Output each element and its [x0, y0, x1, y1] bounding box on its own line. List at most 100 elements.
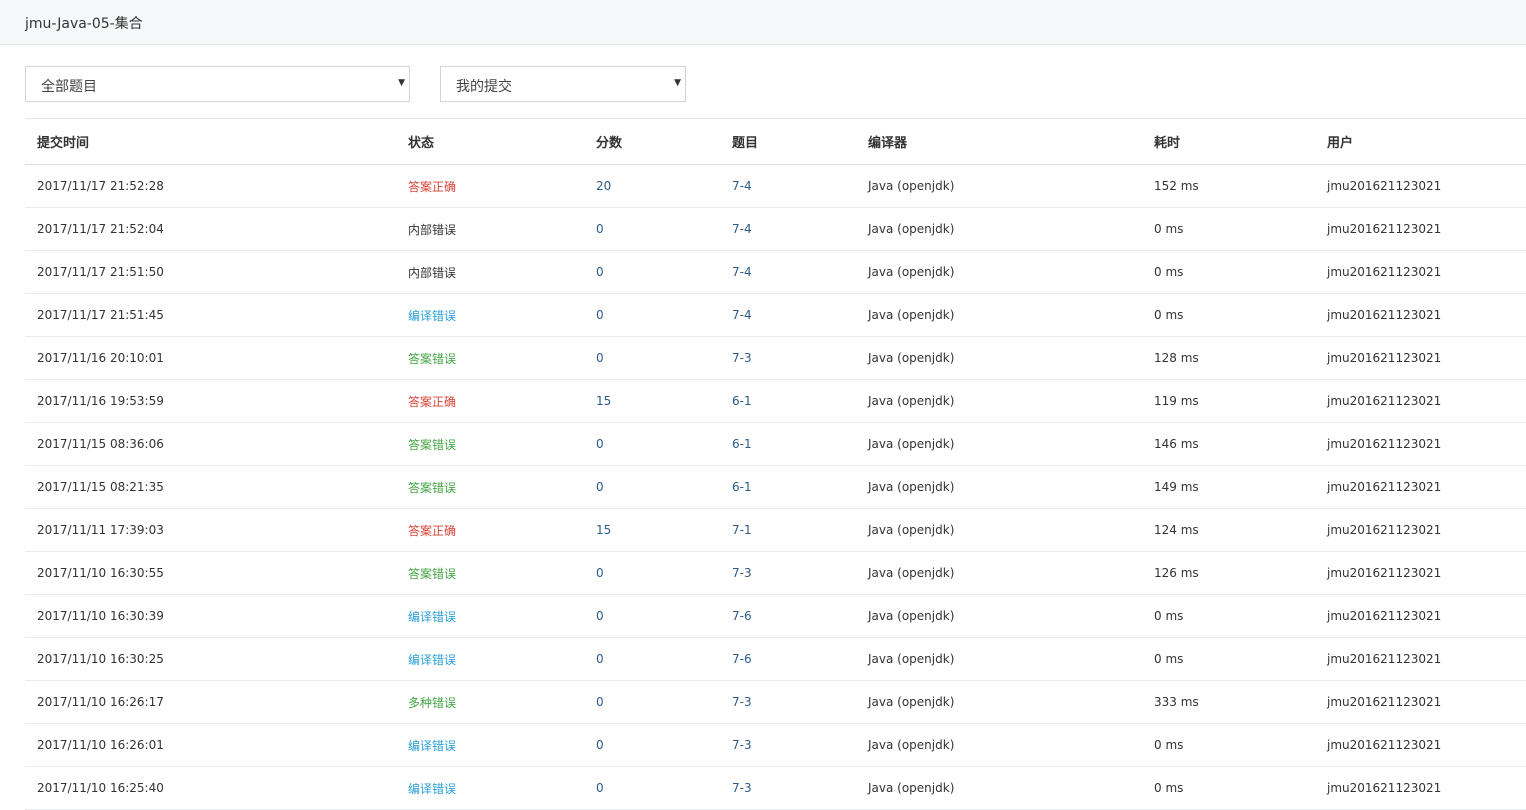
status-link[interactable]: 答案正确	[396, 380, 584, 423]
problem-link[interactable]: 6-1	[720, 380, 856, 423]
submission-time-cell: 2017/11/15 08:21:35	[37, 480, 164, 494]
score-link[interactable]: 15	[584, 509, 720, 552]
compiler-cell: Java (openjdk)	[868, 308, 955, 322]
table-row: 2017/11/17 21:51:50 内部错误 0 7-4 Java (openjdk…	[25, 251, 1526, 294]
compiler-cell: Java (openjdk)	[868, 351, 955, 365]
score-link[interactable]: 0	[584, 552, 720, 595]
duration-cell: 0 ms	[1154, 609, 1184, 623]
compiler-cell: Java (openjdk)	[868, 394, 955, 408]
table-row: 2017/11/16 19:53:59 答案正确 15 6-1 Java (openjd…	[25, 380, 1526, 423]
problem-link[interactable]: 7-6	[720, 595, 856, 638]
status-link[interactable]: 答案正确	[396, 509, 584, 552]
problem-filter-value: 全部题目	[41, 79, 97, 95]
duration-cell: 152 ms	[1154, 179, 1199, 193]
table-row: 2017/11/11 17:39:03 答案正确 15 7-1 Java (openjd…	[25, 509, 1526, 552]
table-row: 2017/11/15 08:36:06 答案错误 0 6-1 Java (openjdk…	[25, 423, 1526, 466]
score-link[interactable]: 0	[584, 595, 720, 638]
problem-link[interactable]: 7-3	[720, 767, 856, 810]
status-link[interactable]: 答案错误	[396, 552, 584, 595]
score-link[interactable]: 20	[584, 165, 720, 208]
table-row: 2017/11/10 16:30:39 编译错误 0 7-6 Java (openjdk…	[25, 595, 1526, 638]
score-link[interactable]: 0	[584, 681, 720, 724]
score-link[interactable]: 0	[584, 251, 720, 294]
column-header-duration: 耗时	[1154, 136, 1181, 151]
submission-time-cell: 2017/11/16 20:10:01	[37, 351, 164, 365]
status-link[interactable]: 答案错误	[396, 337, 584, 380]
user-cell: jmu201621123021	[1327, 351, 1442, 365]
status-link[interactable]: 多种错误	[396, 681, 584, 724]
problem-link[interactable]: 7-6	[720, 638, 856, 681]
duration-cell: 124 ms	[1154, 523, 1199, 537]
problem-link[interactable]: 7-3	[720, 724, 856, 767]
table-row: 2017/11/10 16:26:01 编译错误 0 7-3 Java (openjdk…	[25, 724, 1526, 767]
table-row: 2017/11/17 21:51:45 编译错误 0 7-4 Java (openjdk…	[25, 294, 1526, 337]
compiler-cell: Java (openjdk)	[868, 781, 955, 795]
user-cell: jmu201621123021	[1327, 781, 1442, 795]
top-bar: jmu-Java-05-集合	[0, 0, 1526, 45]
compiler-cell: Java (openjdk)	[868, 480, 955, 494]
table-row: 2017/11/10 16:30:55 答案错误 0 7-3 Java (openjdk…	[25, 552, 1526, 595]
problem-link[interactable]: 7-4	[720, 208, 856, 251]
user-cell: jmu201621123021	[1327, 179, 1442, 193]
submission-time-cell: 2017/11/10 16:30:39	[37, 609, 164, 623]
problem-link[interactable]: 7-3	[720, 681, 856, 724]
problem-filter-select[interactable]: 全部题目 ▼	[25, 66, 410, 102]
status-link[interactable]: 答案正确	[396, 165, 584, 208]
score-link[interactable]: 0	[584, 724, 720, 767]
user-cell: jmu201621123021	[1327, 265, 1442, 279]
problem-link[interactable]: 7-1	[720, 509, 856, 552]
duration-cell: 0 ms	[1154, 781, 1184, 795]
status-link[interactable]: 编译错误	[396, 724, 584, 767]
score-link[interactable]: 0	[584, 208, 720, 251]
table-row: 2017/11/16 20:10:01 答案错误 0 7-3 Java (openjdk…	[25, 337, 1526, 380]
column-header-status: 状态	[408, 136, 435, 151]
problem-link[interactable]: 7-3	[720, 337, 856, 380]
score-link[interactable]: 0	[584, 294, 720, 337]
column-header-time: 提交时间	[37, 136, 90, 151]
status-link[interactable]: 内部错误	[396, 208, 584, 251]
problem-link[interactable]: 6-1	[720, 466, 856, 509]
compiler-cell: Java (openjdk)	[868, 609, 955, 623]
submission-filter-value: 我的提交	[456, 79, 512, 95]
submission-time-cell: 2017/11/10 16:25:40	[37, 781, 164, 795]
table-row: 2017/11/10 16:30:25 编译错误 0 7-6 Java (openjdk…	[25, 638, 1526, 681]
submission-time-cell: 2017/11/10 16:26:01	[37, 738, 164, 752]
submission-time-cell: 2017/11/11 17:39:03	[37, 523, 164, 537]
status-link[interactable]: 答案错误	[396, 466, 584, 509]
status-link[interactable]: 编译错误	[396, 638, 584, 681]
user-cell: jmu201621123021	[1327, 394, 1442, 408]
score-link[interactable]: 0	[584, 466, 720, 509]
status-link[interactable]: 编译错误	[396, 767, 584, 810]
column-header-score: 分数	[596, 136, 623, 151]
status-link[interactable]: 内部错误	[396, 251, 584, 294]
submissions-table: 提交时间 状态 分数 题目 编译器 耗时 用户 2017/11/17 21:52…	[25, 118, 1526, 810]
user-cell: jmu201621123021	[1327, 566, 1442, 580]
score-link[interactable]: 15	[584, 380, 720, 423]
score-link[interactable]: 0	[584, 767, 720, 810]
status-link[interactable]: 编译错误	[396, 294, 584, 337]
chevron-down-icon: ▼	[674, 78, 681, 88]
score-link[interactable]: 0	[584, 423, 720, 466]
submission-filter-select[interactable]: 我的提交 ▼	[440, 66, 686, 102]
submission-time-cell: 2017/11/17 21:52:04	[37, 222, 164, 236]
duration-cell: 0 ms	[1154, 652, 1184, 666]
compiler-cell: Java (openjdk)	[868, 222, 955, 236]
submission-time-cell: 2017/11/16 19:53:59	[37, 394, 164, 408]
compiler-cell: Java (openjdk)	[868, 523, 955, 537]
problem-link[interactable]: 7-4	[720, 165, 856, 208]
status-link[interactable]: 答案错误	[396, 423, 584, 466]
score-link[interactable]: 0	[584, 337, 720, 380]
problem-link[interactable]: 7-4	[720, 251, 856, 294]
status-link[interactable]: 编译错误	[396, 595, 584, 638]
compiler-cell: Java (openjdk)	[868, 566, 955, 580]
score-link[interactable]: 0	[584, 638, 720, 681]
user-cell: jmu201621123021	[1327, 652, 1442, 666]
problem-link[interactable]: 7-4	[720, 294, 856, 337]
user-cell: jmu201621123021	[1327, 308, 1442, 322]
duration-cell: 128 ms	[1154, 351, 1199, 365]
table-body: 2017/11/17 21:52:28 答案正确 20 7-4 Java (openjd…	[25, 165, 1526, 810]
problem-link[interactable]: 7-3	[720, 552, 856, 595]
problem-link[interactable]: 6-1	[720, 423, 856, 466]
duration-cell: 0 ms	[1154, 308, 1184, 322]
submission-time-cell: 2017/11/10 16:30:55	[37, 566, 164, 580]
